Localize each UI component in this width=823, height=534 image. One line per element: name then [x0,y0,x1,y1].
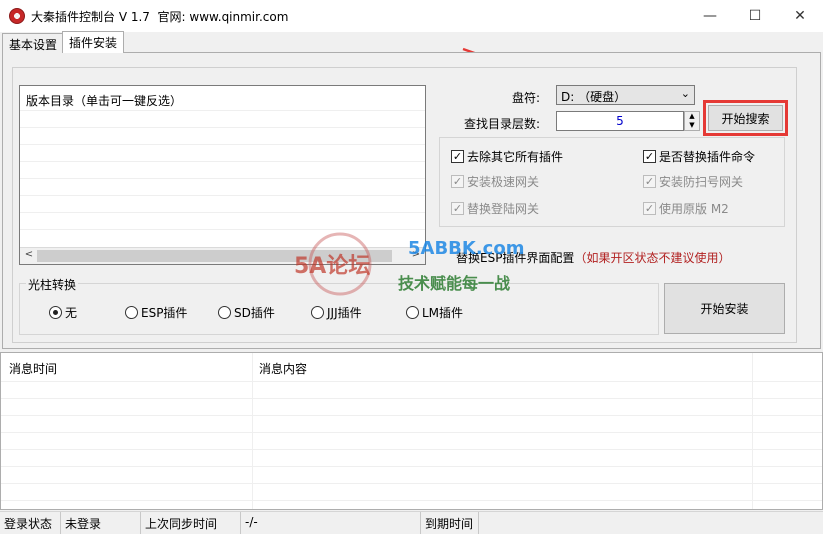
spin-up-icon[interactable]: ▲ [685,112,699,121]
drive-select[interactable]: D: （硬盘） ⌄ [556,85,695,105]
checkbox: ✓ [451,175,464,188]
checkbox[interactable]: ✓ [451,150,464,163]
login-status-label: 登录状态 [4,517,53,531]
radio-dot[interactable] [406,306,419,319]
spin-down-icon[interactable]: ▼ [685,121,699,130]
column-header-message-time[interactable]: 消息时间 [9,360,57,377]
search-depth-label: 查找目录层数: [464,117,541,131]
chevron-down-icon: ⌄ [680,87,690,100]
directory-list-header[interactable]: 版本目录（单击可一键反选） [26,92,182,109]
version-directory-list[interactable]: 版本目录（单击可一键反选） < > [19,85,426,265]
radio-jjj-plugin[interactable]: JJJ插件 [311,304,362,321]
radio-lm-plugin[interactable]: LM插件 [406,304,463,321]
start-search-button[interactable]: 开始搜索 [708,105,783,131]
drive-label: 盘符: [512,91,541,105]
last-sync-label: 上次同步时间 [145,517,218,531]
scroll-left-icon[interactable]: < [21,249,37,264]
radio-dot[interactable] [125,306,138,319]
radio-dot[interactable] [218,306,231,319]
checkbox: ✓ [643,175,656,188]
tab-basic-settings[interactable]: 基本设置 [2,33,65,53]
message-log-list[interactable]: 消息时间 消息内容 [0,352,823,510]
expire-time-label: 到期时间 [425,517,474,531]
esp-config-label: 替换ESP插件界面配置 [456,251,575,265]
search-depth-spinner[interactable]: ▲ ▼ [684,111,700,131]
option-use-original-m2: ✓ 使用原版 M2 [643,202,729,216]
option-install-anti-scan-gateway: ✓ 安装防扫号网关 [643,175,744,189]
search-depth-input[interactable]: 5 [556,111,684,131]
login-status-value: 未登录 [65,517,102,531]
drive-select-value: D: （硬盘） [561,90,627,104]
radio-dot[interactable] [49,306,62,319]
checkbox: ✓ [643,202,656,215]
option-install-fast-gateway: ✓ 安装极速网关 [451,175,540,189]
esp-config-option[interactable]: 替换ESP插件界面配置（如果开区状态不建议使用） [456,249,730,266]
status-bar: 登录状态 未登录 上次同步时间 -/- 到期时间 [0,511,823,534]
radio-sd-plugin[interactable]: SD插件 [218,304,275,321]
option-remove-other-plugins[interactable]: ✓ 去除其它所有插件 [451,148,563,165]
checkbox: ✓ [451,202,464,215]
maximize-button[interactable]: ☐ [732,0,778,32]
last-sync-value: -/- [245,515,258,529]
app-logo-icon [9,8,25,24]
checkbox[interactable]: ✓ [643,150,656,163]
radio-none[interactable]: 无 [49,304,77,321]
minimize-button[interactable]: — [687,0,733,32]
column-header-message-content[interactable]: 消息内容 [259,360,307,377]
option-replace-plugin-command[interactable]: ✓ 是否替换插件命令 [643,148,755,165]
bar-conversion-title: 光柱转换 [26,276,79,293]
radio-esp-plugin[interactable]: ESP插件 [125,304,187,321]
start-install-button[interactable]: 开始安装 [664,283,785,334]
esp-config-warning: （如果开区状态不建议使用） [574,251,731,265]
scrollbar-thumb[interactable] [37,250,392,262]
horizontal-scrollbar[interactable]: < > [20,247,425,264]
close-button[interactable]: ✕ [777,0,823,32]
tab-plugin-install[interactable]: 插件安装 [62,31,125,53]
radio-dot[interactable] [311,306,324,319]
scroll-right-icon[interactable]: > [408,249,424,264]
window-title: 大秦插件控制台 V 1.7 官网: www.qinmir.com [31,10,289,24]
option-replace-login-gateway: ✓ 替换登陆网关 [451,202,540,216]
